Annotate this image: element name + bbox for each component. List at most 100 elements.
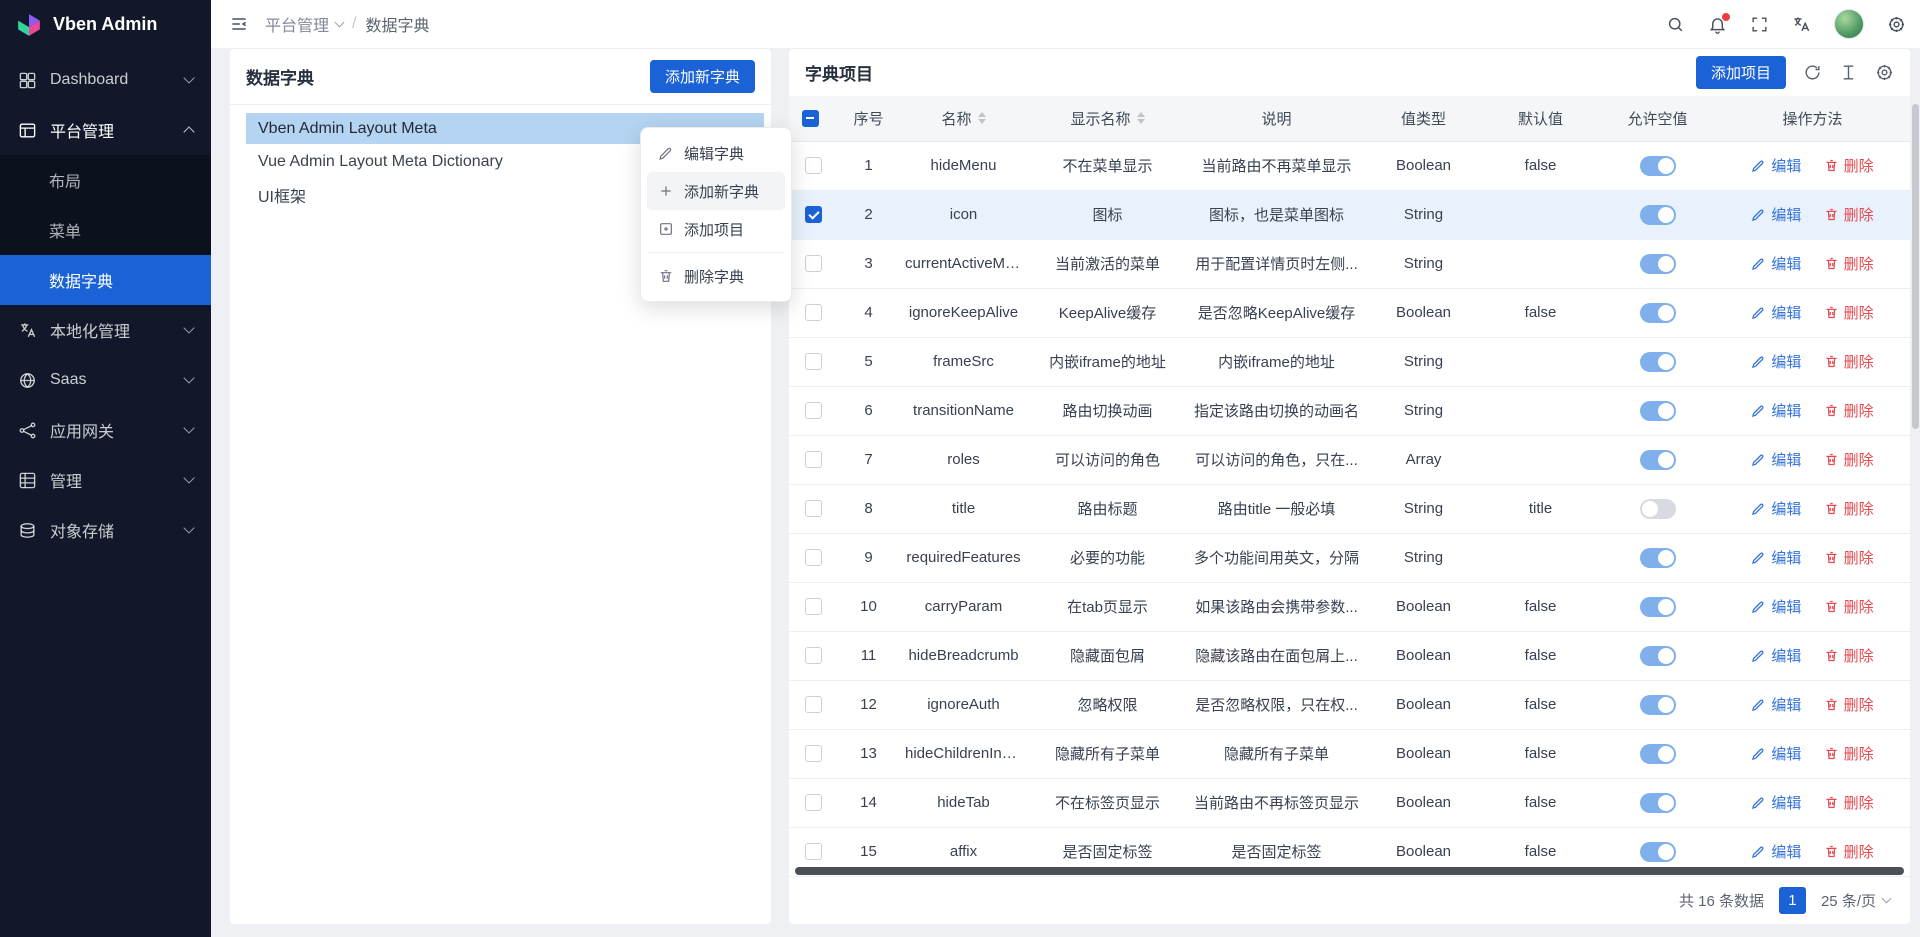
allow-null-toggle[interactable] — [1640, 744, 1676, 764]
allow-null-toggle[interactable] — [1640, 499, 1676, 519]
column-header[interactable] — [789, 96, 838, 141]
add-item-button[interactable]: 添加项目 — [1696, 56, 1786, 89]
sidebar-item-localization[interactable]: 本地化管理 — [0, 305, 211, 355]
menu-item-add-dictionary[interactable]: 添加新字典 — [647, 172, 785, 210]
delete-button[interactable]: 删除 — [1824, 204, 1874, 225]
translate-icon[interactable] — [1792, 15, 1811, 34]
column-header[interactable]: 说明 — [1187, 96, 1366, 141]
sidebar-subitem-menu[interactable]: 菜单 — [0, 205, 211, 255]
allow-null-toggle[interactable] — [1640, 303, 1676, 323]
row-checkbox[interactable] — [805, 451, 822, 468]
menu-fold-icon[interactable] — [229, 14, 249, 34]
allow-null-toggle[interactable] — [1640, 793, 1676, 813]
edit-button[interactable]: 编辑 — [1751, 841, 1801, 862]
table-settings-icon[interactable] — [1875, 63, 1894, 82]
edit-button[interactable]: 编辑 — [1751, 351, 1801, 372]
allow-null-toggle[interactable] — [1640, 450, 1676, 470]
column-header[interactable]: 显示名称 — [1028, 96, 1187, 141]
sidebar-item-object-storage[interactable]: 对象存储 — [0, 505, 211, 555]
page-size-select[interactable]: 25 条/页 — [1821, 890, 1890, 911]
user-avatar[interactable] — [1834, 9, 1864, 39]
row-checkbox[interactable] — [805, 794, 822, 811]
delete-button[interactable]: 删除 — [1824, 351, 1874, 372]
allow-null-toggle[interactable] — [1640, 352, 1676, 372]
sidebar-item-manage[interactable]: 管理 — [0, 455, 211, 505]
allow-null-toggle[interactable] — [1640, 205, 1676, 225]
edit-button[interactable]: 编辑 — [1751, 596, 1801, 617]
delete-button[interactable]: 删除 — [1824, 743, 1874, 764]
column-header[interactable]: 名称 — [899, 96, 1028, 141]
refresh-icon[interactable] — [1803, 63, 1822, 82]
allow-null-toggle[interactable] — [1640, 254, 1676, 274]
sidebar-subitem-data-dictionary[interactable]: 数据字典 — [0, 255, 211, 305]
edit-button[interactable]: 编辑 — [1751, 743, 1801, 764]
row-checkbox[interactable] — [805, 745, 822, 762]
edit-button[interactable]: 编辑 — [1751, 547, 1801, 568]
delete-button[interactable]: 删除 — [1824, 400, 1874, 421]
search-icon[interactable] — [1666, 15, 1685, 34]
edit-button[interactable]: 编辑 — [1751, 302, 1801, 323]
row-checkbox[interactable] — [805, 598, 822, 615]
select-all-checkbox[interactable] — [802, 110, 819, 127]
delete-button[interactable]: 删除 — [1824, 253, 1874, 274]
sort-icon[interactable] — [1137, 112, 1145, 124]
allow-null-toggle[interactable] — [1640, 597, 1676, 617]
vertical-scrollbar[interactable] — [1911, 49, 1919, 937]
delete-button[interactable]: 删除 — [1824, 694, 1874, 715]
column-header[interactable]: 序号 — [838, 96, 899, 141]
sort-icon[interactable] — [978, 112, 986, 124]
row-checkbox[interactable] — [805, 647, 822, 664]
vertical-scrollbar-thumb[interactable] — [1912, 104, 1919, 429]
allow-null-toggle[interactable] — [1640, 156, 1676, 176]
delete-button[interactable]: 删除 — [1824, 596, 1874, 617]
sidebar-item-gateway[interactable]: 应用网关 — [0, 405, 211, 455]
row-checkbox[interactable] — [805, 304, 822, 321]
horizontal-scrollbar[interactable] — [795, 867, 1904, 875]
menu-item-delete-dictionary[interactable]: 删除字典 — [647, 257, 785, 295]
row-checkbox[interactable] — [805, 255, 822, 272]
delete-button[interactable]: 删除 — [1824, 449, 1874, 470]
allow-null-toggle[interactable] — [1640, 548, 1676, 568]
allow-null-toggle[interactable] — [1640, 842, 1676, 862]
row-checkbox[interactable] — [805, 500, 822, 517]
page-1-button[interactable]: 1 — [1779, 887, 1806, 914]
delete-button[interactable]: 删除 — [1824, 302, 1874, 323]
allow-null-toggle[interactable] — [1640, 401, 1676, 421]
row-checkbox[interactable] — [805, 843, 822, 860]
edit-button[interactable]: 编辑 — [1751, 155, 1801, 176]
row-checkbox[interactable] — [805, 157, 822, 174]
sidebar-item-saas[interactable]: Saas — [0, 355, 211, 405]
edit-button[interactable]: 编辑 — [1751, 498, 1801, 519]
edit-button[interactable]: 编辑 — [1751, 253, 1801, 274]
delete-button[interactable]: 删除 — [1824, 792, 1874, 813]
add-dictionary-button[interactable]: 添加新字典 — [650, 60, 755, 93]
row-checkbox[interactable] — [805, 549, 822, 566]
app-logo[interactable]: Vben Admin — [0, 0, 211, 49]
sidebar-item-platform[interactable]: 平台管理 — [0, 105, 211, 155]
allow-null-toggle[interactable] — [1640, 646, 1676, 666]
delete-button[interactable]: 删除 — [1824, 498, 1874, 519]
edit-button[interactable]: 编辑 — [1751, 694, 1801, 715]
edit-button[interactable]: 编辑 — [1751, 400, 1801, 421]
settings-gear-icon[interactable] — [1887, 15, 1906, 34]
delete-button[interactable]: 删除 — [1824, 547, 1874, 568]
menu-item-add-item[interactable]: 添加项目 — [647, 210, 785, 248]
delete-button[interactable]: 删除 — [1824, 841, 1874, 862]
row-checkbox[interactable] — [805, 353, 822, 370]
row-height-icon[interactable] — [1839, 63, 1858, 82]
edit-button[interactable]: 编辑 — [1751, 792, 1801, 813]
column-header[interactable]: 允许空值 — [1600, 96, 1715, 141]
sidebar-subitem-layout[interactable]: 布局 — [0, 155, 211, 205]
edit-button[interactable]: 编辑 — [1751, 449, 1801, 470]
delete-button[interactable]: 删除 — [1824, 645, 1874, 666]
sidebar-item-dashboard[interactable]: Dashboard — [0, 55, 211, 105]
bell-icon[interactable] — [1708, 15, 1727, 34]
edit-button[interactable]: 编辑 — [1751, 645, 1801, 666]
edit-button[interactable]: 编辑 — [1751, 204, 1801, 225]
column-header[interactable]: 值类型 — [1366, 96, 1481, 141]
row-checkbox[interactable] — [805, 402, 822, 419]
column-header[interactable]: 默认值 — [1481, 96, 1600, 141]
delete-button[interactable]: 删除 — [1824, 155, 1874, 176]
row-checkbox[interactable] — [805, 696, 822, 713]
breadcrumb-platform[interactable]: 平台管理 — [265, 12, 343, 36]
